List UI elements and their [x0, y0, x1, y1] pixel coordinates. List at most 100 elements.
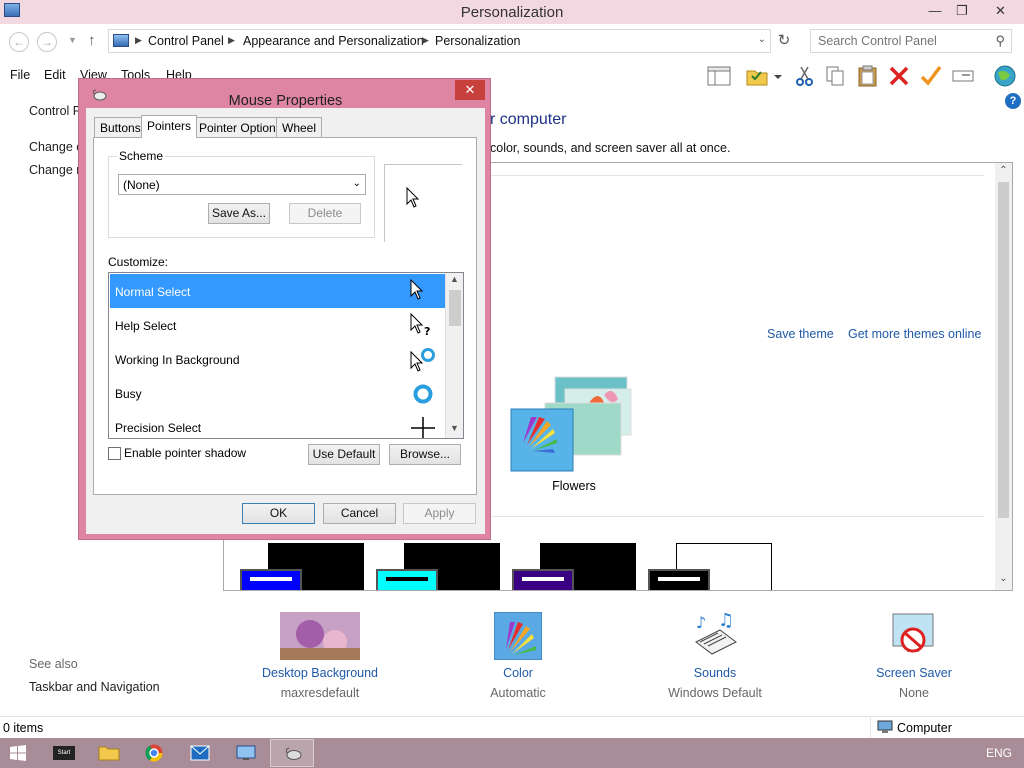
copy-icon[interactable]: [822, 64, 848, 88]
taskbar-mail[interactable]: [178, 739, 222, 767]
paste-icon[interactable]: [855, 64, 881, 88]
delete-x-icon[interactable]: [886, 64, 912, 88]
save-theme-link[interactable]: Save theme: [767, 327, 834, 341]
save-as-button[interactable]: Save As...: [208, 203, 270, 224]
search-box[interactable]: ⚲: [810, 29, 1012, 53]
dialog-close-button[interactable]: ✕: [455, 80, 485, 100]
windows-start-icon[interactable]: [10, 745, 26, 761]
sounds-label[interactable]: Sounds: [615, 666, 815, 680]
scroll-down-icon[interactable]: ⌄: [995, 573, 1012, 584]
forward-button[interactable]: →: [37, 32, 57, 52]
taskbar-navigation-link[interactable]: Taskbar and Navigation: [29, 680, 160, 694]
tab-pointers[interactable]: Pointers: [141, 115, 198, 138]
up-button[interactable]: ↑: [88, 32, 96, 49]
refresh-button[interactable]: ↻: [774, 31, 794, 51]
tab-pointer-options[interactable]: Pointer Options: [193, 117, 288, 137]
search-icon[interactable]: ⚲: [995, 33, 1005, 49]
scheme-group: Scheme (None) ⌄ Save As... Delete: [108, 149, 375, 238]
breadcrumb-control-panel[interactable]: Control Panel: [148, 34, 224, 48]
breadcrumb-separator-icon[interactable]: ▶: [228, 35, 235, 46]
pointer-item-precision-select[interactable]: Precision Select: [110, 410, 445, 438]
customize-label: Customize:: [108, 255, 169, 269]
layout-pane-icon[interactable]: [706, 64, 732, 88]
window-titlebar[interactable]: Personalization — ❐ ✕: [0, 0, 1024, 24]
pointer-list[interactable]: Normal Select Help Select ? Working In B…: [108, 272, 464, 439]
enable-pointer-shadow-checkbox[interactable]: [108, 447, 121, 460]
mouse-properties-dialog: Mouse Properties ✕ Buttons Pointers Poin…: [78, 78, 491, 540]
busy-cursor-icon: [413, 384, 433, 404]
screen-saver-label[interactable]: Screen Saver: [814, 666, 1014, 680]
help-icon[interactable]: ?: [1005, 93, 1021, 109]
minimize-button[interactable]: —: [920, 0, 950, 22]
theme-high-contrast-2[interactable]: [376, 543, 502, 590]
back-button[interactable]: ←: [9, 32, 29, 52]
browse-button[interactable]: Browse...: [389, 444, 461, 465]
pointer-item-busy[interactable]: Busy: [110, 376, 445, 410]
scrollbar-thumb[interactable]: [998, 182, 1009, 518]
restore-button[interactable]: ❐: [947, 0, 977, 22]
sounds-item[interactable]: ♪ ♫ Sounds Windows Default: [668, 610, 762, 700]
theme-flowers[interactable]: Flowers: [509, 375, 639, 495]
menu-edit[interactable]: Edit: [44, 68, 66, 82]
pointer-item-normal-select[interactable]: Normal Select: [110, 274, 445, 308]
control-panel-home-link[interactable]: Control P: [29, 104, 81, 118]
address-dropdown-icon[interactable]: ⌄: [758, 34, 766, 45]
scrollbar-thumb[interactable]: [449, 290, 461, 326]
scroll-up-icon[interactable]: ⌃: [995, 165, 1012, 176]
use-default-button[interactable]: Use Default: [308, 444, 380, 465]
search-input[interactable]: [818, 31, 988, 51]
menu-file[interactable]: File: [10, 68, 30, 82]
address-box[interactable]: ▶ Control Panel ▶ Appearance and Persona…: [108, 29, 771, 53]
globe-icon[interactable]: [990, 64, 1020, 88]
cut-icon[interactable]: [792, 64, 818, 88]
apply-button[interactable]: Apply: [403, 503, 476, 524]
recent-locations-dropdown[interactable]: ▼: [68, 35, 77, 45]
color-item[interactable]: Color Automatic: [490, 611, 546, 700]
properties-check-icon[interactable]: [918, 64, 944, 88]
toolbar-dropdown-icon[interactable]: [770, 64, 786, 88]
rename-icon[interactable]: [950, 64, 976, 88]
dialog-body: Buttons Pointers Pointer Options Wheel S…: [86, 108, 485, 534]
pointer-item-label: Precision Select: [115, 421, 202, 435]
breadcrumb-separator-icon[interactable]: ▶: [422, 35, 429, 46]
change-desktop-icons-link[interactable]: Change c: [29, 140, 83, 154]
taskbar-mouse-properties[interactable]: [270, 739, 314, 767]
color-label[interactable]: Color: [418, 666, 618, 680]
ok-button[interactable]: OK: [242, 503, 315, 524]
breadcrumb-separator-icon[interactable]: ▶: [135, 35, 142, 46]
folder-check-icon[interactable]: [744, 64, 770, 88]
desktop-background-label[interactable]: Desktop Background: [220, 666, 420, 680]
theme-high-contrast-white[interactable]: [648, 543, 774, 590]
delete-button[interactable]: Delete: [289, 203, 361, 224]
cancel-button[interactable]: Cancel: [323, 503, 396, 524]
window-close-button[interactable]: ✕: [978, 0, 1023, 22]
scroll-up-icon[interactable]: ▲: [446, 274, 463, 284]
pointer-item-working-in-background[interactable]: Working In Background: [110, 342, 445, 376]
get-more-themes-link[interactable]: Get more themes online: [848, 327, 981, 341]
desktop-background-item[interactable]: Desktop Background maxresdefault: [262, 612, 378, 700]
theme-panel-scrollbar[interactable]: ⌃ ⌄: [995, 163, 1012, 590]
screen-saver-item[interactable]: Screen Saver None: [876, 612, 952, 700]
scroll-down-icon[interactable]: ▼: [446, 423, 463, 433]
taskbar-control-panel[interactable]: [224, 739, 268, 767]
address-bar: ← → ▼ ↑ ▶ Control Panel ▶ Appearance and…: [0, 25, 1024, 57]
language-indicator[interactable]: ENG: [986, 746, 1012, 760]
computer-icon: [877, 720, 893, 733]
taskbar-chrome[interactable]: [133, 739, 177, 767]
tab-wheel[interactable]: Wheel: [276, 117, 323, 137]
enable-pointer-shadow-label[interactable]: Enable pointer shadow: [124, 446, 246, 460]
taskbar-start-screen[interactable]: Start: [42, 739, 86, 767]
pointer-item-help-select[interactable]: Help Select ?: [110, 308, 445, 342]
scheme-select[interactable]: (None) ⌄: [118, 174, 366, 195]
theme-high-contrast-3[interactable]: [512, 543, 638, 590]
theme-high-contrast-1[interactable]: [240, 543, 366, 590]
breadcrumb-personalization[interactable]: Personalization: [435, 34, 520, 48]
pointer-item-label: Normal Select: [115, 285, 191, 299]
pointer-item-label: Working In Background: [115, 353, 240, 367]
taskbar-file-explorer[interactable]: [87, 739, 131, 767]
tab-buttons[interactable]: Buttons: [94, 117, 147, 137]
theme-swatch-bar: [512, 569, 574, 590]
screen-saver-icon: [892, 613, 934, 653]
pointer-list-scrollbar[interactable]: ▲ ▼: [445, 273, 463, 438]
breadcrumb-appearance[interactable]: Appearance and Personalization: [243, 34, 424, 48]
